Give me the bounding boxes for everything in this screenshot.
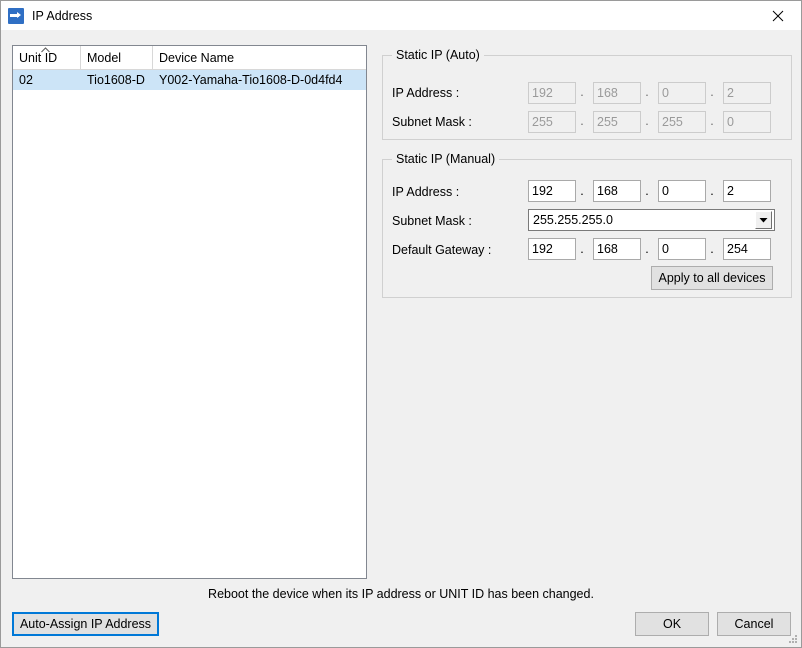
apply-to-all-devices-button[interactable]: Apply to all devices: [651, 266, 773, 290]
manual-default-gateway-label: Default Gateway :: [392, 243, 491, 257]
close-icon[interactable]: [755, 1, 801, 31]
manual-gateway-octet-3[interactable]: [658, 238, 706, 260]
auto-subnet-octet-2: [593, 111, 641, 133]
column-header-device-name[interactable]: Device Name: [153, 46, 366, 70]
auto-subnet-mask-label: Subnet Mask :: [392, 115, 472, 129]
manual-ip-address-label: IP Address :: [392, 185, 459, 199]
cell-model: Tio1608-D: [81, 70, 153, 90]
table-row[interactable]: 02 Tio1608-D Y002-Yamaha-Tio1608-D-0d4fd…: [13, 70, 366, 90]
auto-ip-octet-3: [658, 82, 706, 104]
manual-ip-octet-2[interactable]: [593, 180, 641, 202]
auto-subnet-octet-4: [723, 111, 771, 133]
manual-ip-dot-3: .: [709, 184, 715, 198]
chevron-down-icon[interactable]: [755, 211, 772, 229]
cell-device-name: Y002-Yamaha-Tio1608-D-0d4fd4: [153, 70, 366, 90]
device-list-header: Unit ID Model Device Name: [13, 46, 366, 70]
manual-subnet-mask-label: Subnet Mask :: [392, 214, 472, 228]
device-list[interactable]: Unit ID Model Device Name 02 Tio1608-D Y…: [12, 45, 367, 579]
column-header-model[interactable]: Model: [81, 46, 153, 70]
auto-subnet-dot-2: .: [644, 114, 650, 128]
manual-gateway-dot-3: .: [709, 242, 715, 256]
manual-ip-octet-3[interactable]: [658, 180, 706, 202]
static-ip-manual-title: Static IP (Manual): [392, 152, 499, 166]
auto-ip-dot-1: .: [579, 85, 585, 99]
ok-button[interactable]: OK: [635, 612, 709, 636]
cell-unit-id: 02: [13, 70, 81, 90]
manual-ip-octet-1[interactable]: [528, 180, 576, 202]
resize-grip-icon[interactable]: [787, 633, 799, 645]
manual-gateway-dot-1: .: [579, 242, 585, 256]
column-header-device-name-label: Device Name: [159, 51, 234, 65]
manual-ip-dot-2: .: [644, 184, 650, 198]
static-ip-auto-title: Static IP (Auto): [392, 48, 484, 62]
auto-ip-octet-2: [593, 82, 641, 104]
window-title: IP Address: [32, 1, 92, 31]
cancel-button[interactable]: Cancel: [717, 612, 791, 636]
auto-ip-octet-4: [723, 82, 771, 104]
manual-ip-dot-1: .: [579, 184, 585, 198]
auto-subnet-octet-1: [528, 111, 576, 133]
manual-ip-octet-4[interactable]: [723, 180, 771, 202]
auto-subnet-dot-1: .: [579, 114, 585, 128]
auto-ip-dot-3: .: [709, 85, 715, 99]
auto-subnet-dot-3: .: [709, 114, 715, 128]
reboot-notice: Reboot the device when its IP address or…: [1, 587, 801, 601]
manual-gateway-octet-2[interactable]: [593, 238, 641, 260]
network-device-icon: [8, 8, 24, 24]
auto-ip-octet-1: [528, 82, 576, 104]
column-header-model-label: Model: [87, 51, 121, 65]
subnet-mask-dropdown[interactable]: 255.255.255.0: [528, 209, 775, 231]
manual-gateway-octet-4[interactable]: [723, 238, 771, 260]
auto-subnet-octet-3: [658, 111, 706, 133]
subnet-mask-selected-value: 255.255.255.0: [529, 213, 755, 227]
ip-address-dialog: IP Address Unit ID Model Device: [0, 0, 802, 648]
manual-gateway-dot-2: .: [644, 242, 650, 256]
column-header-unit-id[interactable]: Unit ID: [13, 46, 81, 70]
column-header-unit-id-label: Unit ID: [19, 51, 57, 65]
auto-ip-address-label: IP Address :: [392, 86, 459, 100]
manual-gateway-octet-1[interactable]: [528, 238, 576, 260]
auto-assign-ip-address-button[interactable]: Auto-Assign IP Address: [12, 612, 159, 636]
auto-ip-dot-2: .: [644, 85, 650, 99]
title-bar: IP Address: [1, 1, 801, 31]
